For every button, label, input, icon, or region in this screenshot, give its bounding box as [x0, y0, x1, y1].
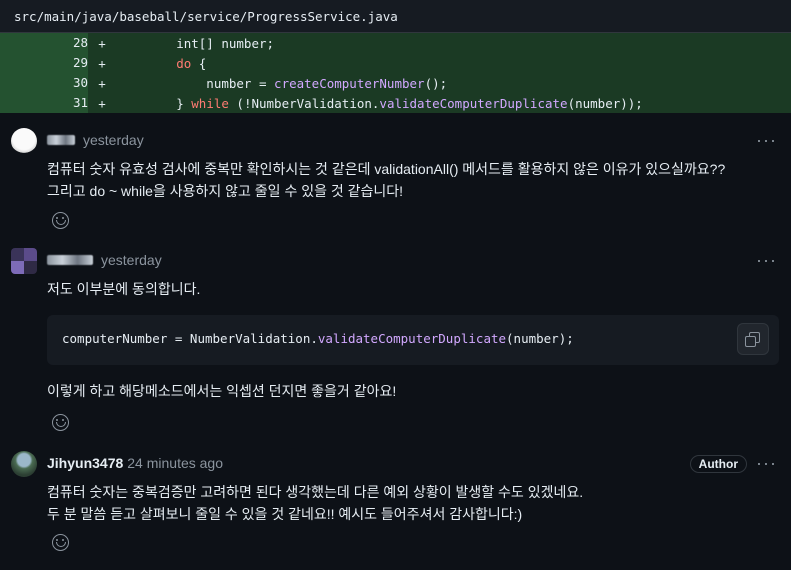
author-badge: Author	[689, 455, 747, 473]
code-line: } while (!NumberValidation.validateCompu…	[116, 96, 643, 111]
add-reaction-button[interactable]	[47, 207, 73, 233]
code-token: number =	[116, 75, 275, 91]
code-line: do {	[116, 56, 206, 71]
username[interactable]: Jihyun3478	[47, 455, 123, 471]
diff-line: 29 + do {	[0, 53, 791, 73]
code-token: do	[176, 55, 192, 71]
code-token: {	[191, 55, 207, 71]
comment-line: 컴퓨터 숫자 유효성 검사에 중복만 확인하시는 것 같은데 validatio…	[47, 161, 726, 177]
diff-line: 28 + int[] number;	[0, 33, 791, 53]
code-token: int[] number;	[116, 35, 275, 51]
avatar[interactable]	[11, 248, 37, 274]
code-line: int[] number;	[116, 36, 274, 51]
code-token: (number));	[567, 95, 643, 111]
code-token: validateComputerDuplicate	[317, 331, 507, 346]
code-token: (!NumberValidation.	[228, 95, 380, 111]
add-reaction-button[interactable]	[47, 409, 73, 435]
timestamp[interactable]: 24 minutes ago	[127, 455, 223, 471]
diff-marker: +	[98, 35, 106, 51]
code-token: (number);	[506, 331, 574, 346]
diff-marker: +	[98, 55, 106, 71]
diff-marker: +	[98, 95, 106, 111]
code-line: number = createComputerNumber();	[116, 76, 447, 91]
comment-meta: yesterday	[47, 132, 144, 148]
code-token: createComputerNumber	[274, 75, 425, 91]
comment-line: 컴퓨터 숫자는 중복검증만 고려하면 된다 생각했는데 다른 예외 상황이 발생…	[47, 484, 584, 500]
line-number[interactable]: 30	[0, 73, 88, 93]
smiley-icon	[51, 413, 69, 431]
diff-line: 30 + number = createComputerNumber();	[0, 73, 791, 93]
smiley-icon	[51, 533, 69, 551]
diff-block: 28 + int[] number; 29 + do {30 + number = cr…	[0, 33, 791, 113]
copy-button[interactable]	[737, 323, 769, 355]
line-number[interactable]: 31	[0, 93, 88, 113]
timestamp[interactable]: yesterday	[101, 252, 162, 268]
comment-intro: 저도 이부분에 동의합니다.	[47, 281, 201, 297]
code-token: while	[191, 95, 229, 111]
comment-menu-button[interactable]: ···	[756, 453, 777, 474]
comment-body: 컴퓨터 숫자 유효성 검사에 중복만 확인하시는 것 같은데 validatio…	[47, 158, 725, 202]
diff-marker: +	[98, 75, 106, 91]
username-redacted[interactable]	[47, 255, 93, 265]
comment-line: 그리고 do ~ while을 사용하지 않고 줄일 수 있을 것 같습니다!	[47, 183, 404, 199]
file-path[interactable]: src/main/java/baseball/service/ProgressS…	[14, 9, 398, 24]
code-block: computerNumber = NumberValidation.valida…	[47, 315, 779, 365]
line-number[interactable]: 28	[0, 33, 88, 53]
comment-menu-button[interactable]: ···	[756, 250, 777, 271]
username-redacted[interactable]	[47, 135, 75, 145]
code-token: computerNumber = NumberValidation.	[62, 331, 318, 346]
comment-menu-button[interactable]: ···	[756, 130, 777, 151]
diff-line: 31 + } while (!NumberValidation.validateC…	[0, 93, 791, 113]
avatar[interactable]	[11, 451, 37, 477]
code-text: computerNumber = NumberValidation.valida…	[62, 331, 574, 346]
comment-meta: yesterday	[47, 252, 162, 268]
file-header: src/main/java/baseball/service/ProgressS…	[0, 0, 791, 33]
timestamp[interactable]: yesterday	[83, 132, 144, 148]
line-number[interactable]: 29	[0, 53, 88, 73]
avatar[interactable]	[11, 128, 37, 154]
smiley-icon	[51, 211, 69, 229]
code-token: ();	[424, 75, 448, 91]
comment-line: 두 분 말씀 듣고 살펴보니 줄일 수 있을 것 같네요!! 예시도 들어주셔서…	[47, 506, 523, 522]
comment-outro: 이렇게 하고 해당메소드에서는 익셉션 던지면 좋을거 같아요!	[47, 383, 397, 399]
code-token: }	[116, 95, 192, 111]
add-reaction-button[interactable]	[47, 529, 73, 555]
code-token: validateComputerDuplicate	[379, 95, 568, 111]
comment-meta: Jihyun3478 24 minutes ago	[47, 455, 223, 471]
comment-body: 컴퓨터 숫자는 중복검증만 고려하면 된다 생각했는데 다른 예외 상황이 발생…	[47, 481, 583, 525]
